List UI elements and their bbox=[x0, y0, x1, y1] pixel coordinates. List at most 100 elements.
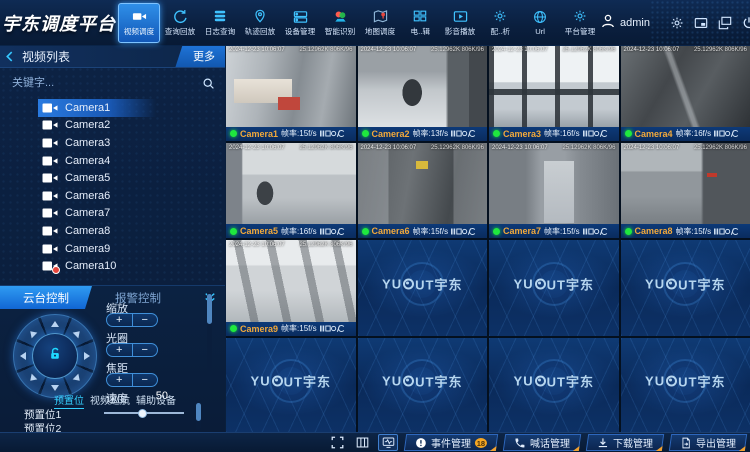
preset-scrollbar[interactable] bbox=[196, 400, 201, 430]
video-wall-icon[interactable] bbox=[353, 435, 371, 450]
nav-item-query-playback[interactable]: 查询回放 bbox=[160, 3, 200, 43]
video-tile-empty[interactable]: YUUT宇东 bbox=[226, 338, 356, 434]
preset-item[interactable]: 预置位1 bbox=[24, 408, 61, 422]
video-tile-empty[interactable]: YUUT宇东 bbox=[621, 338, 750, 434]
power-icon[interactable] bbox=[742, 16, 750, 30]
camera-item-Camera9[interactable]: Camera9 bbox=[0, 240, 225, 258]
online-dot-icon bbox=[362, 228, 369, 235]
camera-item-Camera4[interactable]: Camera4 bbox=[0, 152, 225, 170]
pip-window-icon[interactable] bbox=[694, 16, 708, 30]
scrollbar-thumb[interactable] bbox=[196, 403, 201, 421]
fullscreen-icon[interactable] bbox=[328, 435, 346, 450]
map-dispatch-icon bbox=[373, 8, 388, 24]
cascade-window-icon[interactable] bbox=[718, 16, 732, 30]
video-tile-Camera5[interactable]: 2024-12-23 10:06:0725.12962K 806K/96Came… bbox=[226, 143, 356, 239]
tile-osd-icons[interactable] bbox=[320, 227, 345, 236]
link-辅助设备[interactable]: 辅助设备 bbox=[136, 392, 176, 409]
search-input[interactable] bbox=[10, 76, 202, 90]
tile-osd-icons[interactable] bbox=[583, 227, 608, 236]
ptz-up-right-icon[interactable] bbox=[73, 328, 83, 338]
device-health-icon[interactable] bbox=[378, 434, 398, 451]
tile-osd-icons[interactable] bbox=[451, 227, 476, 236]
ptz-down-icon[interactable] bbox=[51, 385, 59, 391]
search-icon[interactable] bbox=[202, 77, 215, 90]
placeholder-logo: YUUT宇东 bbox=[226, 372, 356, 391]
ptz-up-icon[interactable] bbox=[51, 321, 59, 327]
video-tile-empty[interactable]: YUUT宇东 bbox=[489, 240, 619, 336]
nav-item-track-playback[interactable]: 轨迹回放 bbox=[240, 3, 280, 43]
video-tile-Camera9[interactable]: 2024-12-23 10:06:0725.12962K 806K/96Came… bbox=[226, 240, 356, 336]
video-tile-Camera2[interactable]: 2024-12-23 10:06:0725.12962K 806K/96Came… bbox=[358, 45, 488, 141]
ptz-down-right-icon[interactable] bbox=[73, 374, 83, 384]
nav-item-platform-manage[interactable]: 平台管理 bbox=[560, 3, 600, 43]
event-alert-button[interactable]: 事件管理18 bbox=[404, 434, 498, 451]
ptz-up-left-icon[interactable] bbox=[27, 328, 37, 338]
scrollbar-thumb[interactable] bbox=[207, 294, 212, 324]
camera-name: Camera3 bbox=[65, 137, 110, 149]
video-tile-Camera1[interactable]: 2024-12-23 10:06:0725.12962K 806K/96Came… bbox=[226, 45, 356, 141]
back-chevron-icon[interactable] bbox=[0, 50, 20, 63]
camera-icon bbox=[42, 102, 58, 114]
tile-status-bar: Camera4帧率:16f/s bbox=[621, 127, 750, 141]
video-tile-Camera6[interactable]: 2024-12-23 10:06:0725.12962K 806K/96Came… bbox=[358, 143, 488, 239]
minus-button[interactable]: − bbox=[133, 314, 158, 326]
plus-button[interactable]: + bbox=[107, 314, 133, 326]
ptz-right-icon[interactable] bbox=[84, 352, 90, 360]
osd-timestamp: 2024-12-23 10:06:07 bbox=[229, 145, 285, 151]
minus-button[interactable]: − bbox=[133, 374, 158, 386]
user-account[interactable]: admin bbox=[600, 13, 650, 32]
phone-call-button[interactable]: 喊话管理 bbox=[503, 434, 581, 451]
camera-item-Camera2[interactable]: Camera2 bbox=[0, 117, 225, 135]
camera-item-Camera3[interactable]: Camera3 bbox=[0, 134, 225, 152]
nav-item-map-dispatch[interactable]: 地图调度 bbox=[360, 3, 400, 43]
ptz-down-left-icon[interactable] bbox=[27, 374, 37, 384]
video-tile-empty[interactable]: YUUT宇东 bbox=[358, 240, 488, 336]
ptz-left-icon[interactable] bbox=[20, 352, 26, 360]
nav-item-device-manage[interactable]: 设备管理 bbox=[280, 3, 320, 43]
settings-gear-icon[interactable] bbox=[670, 16, 684, 30]
tile-osd-icons[interactable] bbox=[583, 129, 608, 138]
link-预置位[interactable]: 预置位 bbox=[54, 392, 84, 409]
camera-item-Camera6[interactable]: Camera6 bbox=[0, 187, 225, 205]
tile-osd-icons[interactable] bbox=[714, 227, 739, 236]
nav-item-media-play[interactable]: 影音播放 bbox=[440, 3, 480, 43]
minus-button[interactable]: − bbox=[133, 344, 158, 356]
tile-status-bar: Camera6帧率:15f/s bbox=[358, 224, 488, 238]
tile-camera-name: Camera7 bbox=[503, 226, 541, 236]
video-tile-empty[interactable]: YUUT宇东 bbox=[358, 338, 488, 434]
slider-thumb[interactable] bbox=[138, 409, 147, 418]
export-file-button[interactable]: 导出管理 bbox=[669, 434, 747, 451]
nav-item-ai-recognition[interactable]: 智能识别 bbox=[320, 3, 360, 43]
camera-item-Camera7[interactable]: Camera7 bbox=[0, 205, 225, 223]
tile-osd-icons[interactable] bbox=[320, 324, 345, 333]
video-tile-empty[interactable]: YUUT宇东 bbox=[621, 240, 750, 336]
camera-item-Camera5[interactable]: Camera5 bbox=[0, 169, 225, 187]
panel-scrollbar[interactable] bbox=[207, 292, 212, 388]
video-tile-Camera4[interactable]: 2024-12-23 10:06:0725.12962K 806K/96Came… bbox=[621, 45, 750, 141]
plus-button[interactable]: + bbox=[107, 374, 133, 386]
plus-button[interactable]: + bbox=[107, 344, 133, 356]
link-视频巡航[interactable]: 视频巡航 bbox=[90, 392, 130, 409]
video-tile-Camera3[interactable]: 2024-12-23 10:06:0725.12962K 806K/96Came… bbox=[489, 45, 619, 141]
tv-wall-icon bbox=[413, 8, 427, 24]
nav-item-tv-wall[interactable]: 电..辑 bbox=[400, 3, 440, 43]
nav-item-label: 电..辑 bbox=[410, 26, 429, 36]
tab-云台控制[interactable]: 云台控制 bbox=[0, 286, 92, 309]
more-button[interactable]: 更多 bbox=[175, 45, 226, 67]
tile-osd-icons[interactable] bbox=[320, 129, 345, 138]
video-tile-Camera8[interactable]: 2024-12-23 10:06:0725.12962K 806K/96Came… bbox=[621, 143, 750, 239]
nav-item-url-globe[interactable]: Url bbox=[520, 3, 560, 43]
nav-item-video-dispatch[interactable]: 视频调度 bbox=[118, 3, 160, 43]
tile-osd-icons[interactable] bbox=[714, 129, 739, 138]
camera-item-Camera10[interactable]: Camera10 bbox=[0, 257, 225, 275]
camera-item-Camera8[interactable]: Camera8 bbox=[0, 222, 225, 240]
speed-slider[interactable] bbox=[104, 408, 184, 417]
nav-item-log-query[interactable]: 日志查询 bbox=[200, 3, 240, 43]
camera-item-Camera1[interactable]: Camera1 bbox=[0, 99, 225, 117]
download-button[interactable]: 下载管理 bbox=[586, 434, 664, 451]
tile-osd-icons[interactable] bbox=[451, 129, 476, 138]
ptz-center-button[interactable] bbox=[32, 333, 78, 379]
video-tile-Camera7[interactable]: 2024-12-23 10:06:0725.12962K 806K/96Came… bbox=[489, 143, 619, 239]
nav-item-config-analysis[interactable]: 配..析 bbox=[480, 3, 520, 43]
video-tile-empty[interactable]: YUUT宇东 bbox=[489, 338, 619, 434]
